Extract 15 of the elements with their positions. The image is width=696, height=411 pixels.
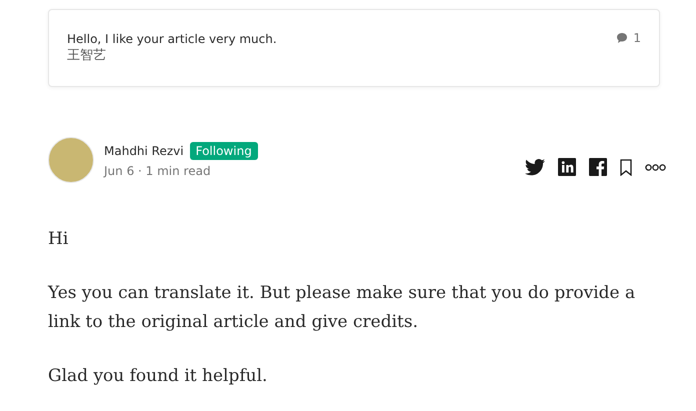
- author-name[interactable]: Mahdhi Rezvi: [104, 144, 184, 158]
- speech-bubble-icon: [616, 32, 628, 44]
- body-paragraph: Glad you found it helpful.: [48, 365, 268, 388]
- response-count[interactable]: 1: [633, 31, 641, 45]
- f-square-icon[interactable]: [589, 158, 607, 176]
- body-paragraph: Hi: [48, 228, 70, 251]
- bookmark-icon[interactable]: [620, 158, 632, 176]
- response-card[interactable]: Hello, I like your article very much. 王智艺 1: [48, 9, 660, 87]
- response-text: Hello, I like your article very much.: [67, 31, 277, 47]
- body-paragraph: Yes you can translate it. But please make sure that you do provide a link to the original article and give credits.: [48, 282, 636, 334]
- linked-square-icon[interactable]: [558, 158, 576, 176]
- bird-icon[interactable]: [525, 158, 545, 176]
- response-author: 王智艺: [67, 47, 107, 64]
- more-icon[interactable]: [645, 164, 666, 170]
- post-meta: Jun 6 · 1 min read: [104, 164, 212, 178]
